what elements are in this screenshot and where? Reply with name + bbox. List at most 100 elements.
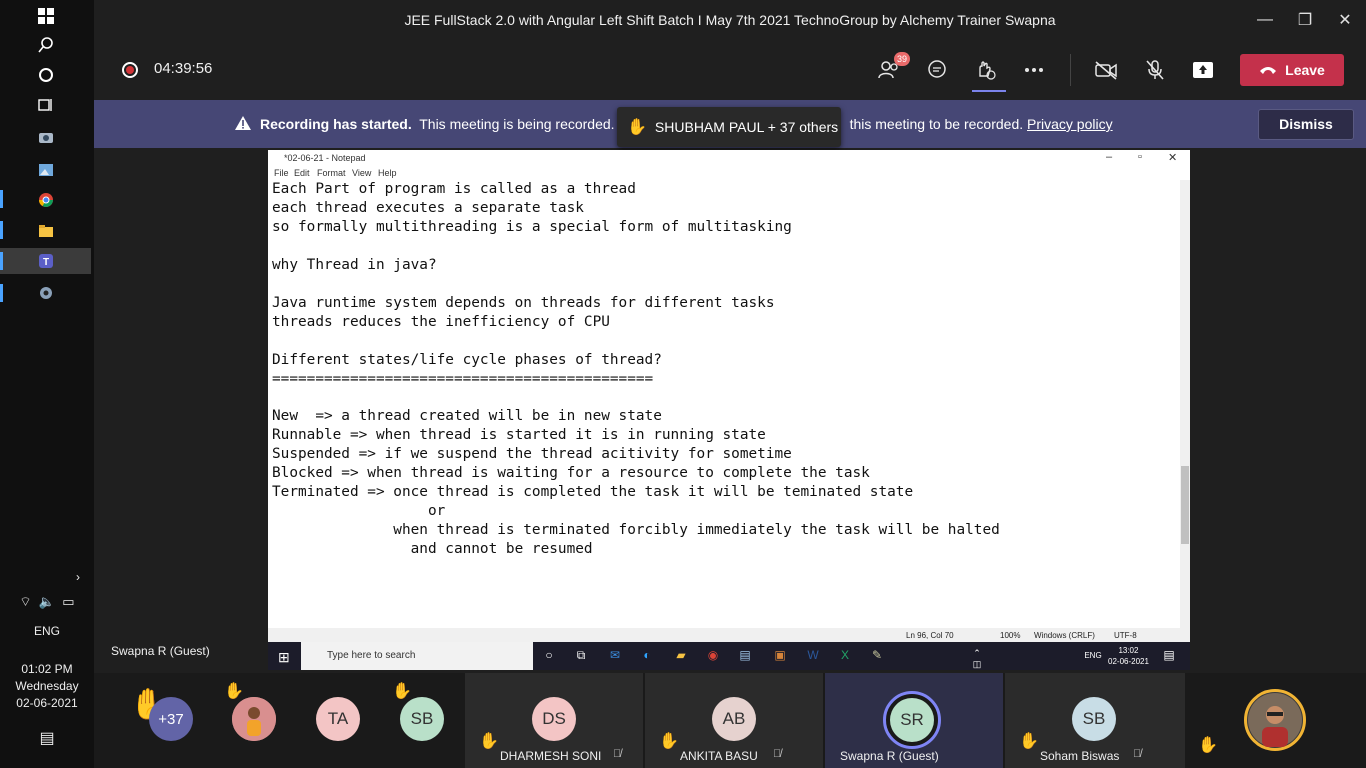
more-options-button[interactable] bbox=[1019, 56, 1049, 84]
mic-off-icon: 🎙̸ bbox=[1133, 748, 1142, 760]
mic-off-button[interactable] bbox=[1140, 56, 1170, 84]
notepad-close-icon: ✕ bbox=[1168, 152, 1178, 164]
meeting-timer: 04:39:56 bbox=[154, 60, 213, 77]
menu-format: Format bbox=[317, 168, 346, 178]
participant-avatar: DS bbox=[532, 697, 576, 741]
participant-tile[interactable]: SB ✋ Soham Biswas 🎙̸ bbox=[1005, 673, 1185, 768]
participant-tile[interactable]: AB ✋ ANKITA BASU 🎙̸ bbox=[645, 673, 823, 768]
participant-name: ANKITA BASU bbox=[680, 749, 758, 763]
toolbar-separator bbox=[1070, 54, 1071, 86]
raised-hand-icon: ✋ bbox=[1019, 733, 1039, 750]
notepad-line: and cannot be resumed bbox=[272, 541, 593, 558]
recording-strong-text: Recording has started. bbox=[260, 116, 412, 132]
notepad-line: New => a thread created will be in new s… bbox=[272, 408, 662, 425]
shared-tray-icons: ⌃ ◫ ☁ ▮ ▭ ⌔ 🔈 bbox=[972, 648, 982, 669]
notepad-line: each thread executes a separate task bbox=[272, 199, 584, 216]
participant-avatar: SB bbox=[1072, 697, 1116, 741]
leave-button[interactable]: Leave bbox=[1240, 54, 1344, 86]
raised-hand-icon: ✋ bbox=[659, 733, 679, 750]
cortana-icon[interactable] bbox=[30, 62, 62, 88]
participants-button[interactable]: 39 bbox=[874, 52, 910, 84]
recording-text-after: this meeting to be recorded. bbox=[849, 116, 1024, 132]
file-explorer-icon[interactable] bbox=[30, 218, 62, 244]
shared-taskbar: ⊞ Type here to search ○ ⧉ ✉ ◐ ▰ ◉ ▤ ▣ W … bbox=[268, 642, 1190, 670]
menu-help: Help bbox=[378, 168, 397, 178]
tray-expand-icon[interactable]: › bbox=[0, 570, 94, 584]
overflow-participants-button[interactable]: +37 bbox=[149, 697, 193, 741]
status-line-ending: Windows (CRLF) bbox=[1034, 631, 1095, 640]
participant-avatar[interactable]: SB bbox=[400, 697, 444, 741]
camera-off-button[interactable] bbox=[1091, 56, 1121, 84]
windows-icon[interactable] bbox=[30, 3, 62, 29]
notepad-line bbox=[272, 275, 1172, 294]
raised-hand-icon: ✋ bbox=[479, 733, 499, 750]
shared-cortana-icon: ○ bbox=[545, 648, 553, 662]
close-button[interactable]: ✕ bbox=[1329, 6, 1361, 34]
chrome-icon[interactable] bbox=[30, 187, 62, 213]
taskbar-clock[interactable]: 01:02 PM Wednesday 02-06-2021 bbox=[0, 661, 94, 712]
status-position: Ln 96, Col 70 bbox=[906, 631, 954, 640]
recording-text-before: This meeting is being recorded. E bbox=[419, 116, 628, 132]
notepad-title: *02-06-21 - Notepad bbox=[284, 153, 366, 163]
camera-app-icon[interactable] bbox=[30, 124, 62, 150]
participant-avatar[interactable]: TA bbox=[316, 697, 360, 741]
participant-avatar-photo[interactable] bbox=[232, 697, 276, 741]
shared-search-box: Type here to search bbox=[301, 642, 533, 670]
minimize-button[interactable]: — bbox=[1249, 6, 1281, 34]
raised-hands-toast[interactable]: ✋ SHUBHAM PAUL + 37 others bbox=[617, 107, 841, 147]
clock-date: 02-06-2021 bbox=[16, 696, 78, 710]
settings-icon[interactable] bbox=[30, 280, 62, 306]
participant-avatar: SR bbox=[890, 698, 934, 742]
privacy-policy-link[interactable]: Privacy policy bbox=[1027, 116, 1113, 132]
notepad-minimize-icon: – bbox=[1106, 151, 1113, 163]
notepad-menu-bar: File Edit Format View Help bbox=[268, 167, 1190, 180]
search-icon[interactable] bbox=[30, 32, 62, 58]
phone-hangup-icon bbox=[1260, 67, 1277, 74]
shared-notification-icon: ▤ bbox=[1163, 648, 1175, 662]
warning-icon bbox=[234, 115, 252, 136]
notepad-text-area: Each Part of program is called as a thre… bbox=[272, 180, 1172, 630]
task-view-icon[interactable] bbox=[30, 92, 62, 118]
menu-edit: Edit bbox=[294, 168, 310, 178]
shared-app-icon: ▣ bbox=[774, 648, 786, 662]
share-screen-button[interactable] bbox=[1188, 56, 1218, 84]
photos-icon[interactable] bbox=[30, 157, 62, 183]
language-indicator[interactable]: ENG bbox=[0, 624, 94, 638]
raised-hands-text: SHUBHAM PAUL + 37 others bbox=[654, 119, 839, 135]
svg-text:T: T bbox=[42, 257, 48, 268]
shared-clock-date: 02-06-2021 bbox=[1108, 657, 1149, 666]
dismiss-button[interactable]: Dismiss bbox=[1258, 109, 1354, 140]
raised-hand-icon: ✋ bbox=[1198, 737, 1218, 754]
reactions-button[interactable] bbox=[971, 56, 1001, 84]
window-title: JEE FullStack 2.0 with Angular Left Shif… bbox=[404, 12, 1056, 28]
maximize-button[interactable]: ❐ bbox=[1289, 6, 1321, 34]
shared-notepad-icon: ▤ bbox=[739, 648, 751, 662]
chat-button[interactable] bbox=[922, 56, 952, 84]
speaker-ring: SR bbox=[883, 691, 941, 749]
shared-mail-icon: ✉ bbox=[609, 648, 621, 662]
reactions-active-underline bbox=[972, 90, 1006, 92]
participant-tile[interactable]: DS ✋ DHARMESH SONI 🎙̸ bbox=[465, 673, 643, 768]
notepad-line: Java runtime system depends on threads f… bbox=[272, 294, 775, 311]
recording-indicator-icon bbox=[122, 62, 138, 78]
tray-status-icons[interactable]: ⌔ 🔈 ▭ bbox=[0, 594, 94, 610]
raised-hand-icon: ✋ bbox=[627, 119, 647, 136]
menu-file: File bbox=[274, 168, 289, 178]
shared-clock-time: 13:02 bbox=[1118, 646, 1139, 655]
notification-icon[interactable]: ▤ bbox=[0, 728, 94, 748]
status-encoding: UTF-8 bbox=[1114, 631, 1137, 640]
shared-language: ENG bbox=[1084, 651, 1102, 660]
wifi-icon[interactable]: ⌔ bbox=[19, 594, 31, 609]
notepad-maximize-icon: ▫ bbox=[1138, 151, 1142, 163]
mic-off-icon: 🎙̸ bbox=[613, 748, 622, 760]
teams-taskbar-item[interactable]: T bbox=[0, 248, 91, 274]
battery-icon[interactable]: ▭ bbox=[62, 594, 74, 609]
participant-tile-active-speaker[interactable]: SR Swapna R (Guest) bbox=[825, 673, 1003, 768]
notepad-line: Terminated => once thread is completed t… bbox=[272, 484, 914, 501]
notepad-line: threads reduces the inefficiency of CPU bbox=[272, 313, 610, 330]
clock-time: 01:02 PM bbox=[21, 662, 73, 676]
presenter-name-tag: Swapna R (Guest) bbox=[111, 644, 210, 658]
volume-icon[interactable]: 🔈 bbox=[39, 594, 55, 609]
self-video-avatar[interactable] bbox=[1244, 689, 1306, 751]
raised-hand-icon: ✋ bbox=[392, 683, 412, 700]
